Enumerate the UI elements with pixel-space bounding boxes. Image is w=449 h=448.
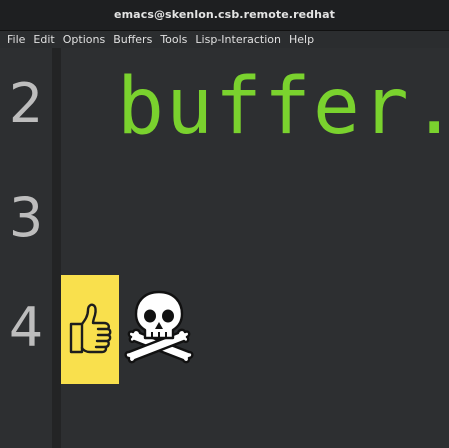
menu-lisp-interaction[interactable]: Lisp-Interaction bbox=[195, 33, 281, 46]
line-number-2: 2 bbox=[8, 72, 44, 135]
menu-bar: File Edit Options Buffers Tools Lisp-Int… bbox=[0, 31, 449, 48]
line-number-4: 4 bbox=[8, 296, 44, 359]
menu-file[interactable]: File bbox=[7, 33, 25, 46]
menu-buffers[interactable]: Buffers bbox=[113, 33, 152, 46]
skull-crossbones-icon bbox=[123, 288, 195, 366]
title-bar[interactable]: emacs@skenlon.csb.remote.redhat bbox=[0, 0, 449, 31]
menu-help[interactable]: Help bbox=[289, 33, 314, 46]
menu-edit[interactable]: Edit bbox=[33, 33, 54, 46]
menu-tools[interactable]: Tools bbox=[160, 33, 187, 46]
buffer-text-area[interactable]: buffer. bbox=[61, 48, 449, 448]
line-number-3: 3 bbox=[8, 186, 44, 249]
thumbs-up-icon bbox=[61, 275, 119, 384]
menu-options[interactable]: Options bbox=[63, 33, 105, 46]
editor-frame: 2 3 4 buffer. bbox=[0, 48, 449, 448]
window-title: emacs@skenlon.csb.remote.redhat bbox=[114, 7, 335, 21]
left-fringe bbox=[52, 48, 61, 448]
code-line-2[interactable]: buffer. bbox=[117, 62, 449, 152]
line-number-gutter: 2 3 4 bbox=[0, 48, 52, 448]
emacs-window: emacs@skenlon.csb.remote.redhat File Edi… bbox=[0, 0, 449, 448]
